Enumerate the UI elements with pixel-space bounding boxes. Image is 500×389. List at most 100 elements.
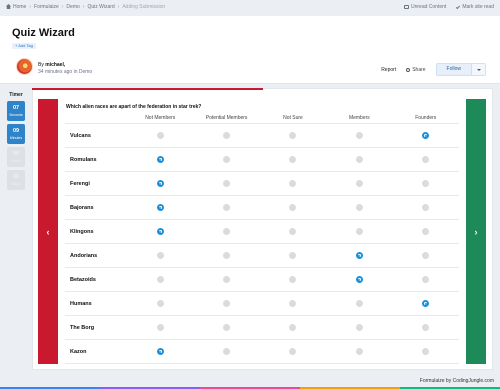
radio-selected[interactable] bbox=[156, 204, 164, 211]
row-label: Bajorans bbox=[70, 204, 94, 211]
radio-option[interactable] bbox=[422, 324, 430, 331]
column-header: Potential Members bbox=[205, 114, 248, 121]
radio-option[interactable] bbox=[223, 156, 231, 163]
row-label: The Borg bbox=[70, 324, 95, 331]
unread-content-link[interactable]: Unread Content bbox=[404, 4, 446, 10]
matrix-cell bbox=[127, 228, 193, 235]
radio-option[interactable] bbox=[355, 156, 363, 163]
timer-panel: Timer 07 Seconds 09 Minutes 00 Hours 00 … bbox=[6, 92, 26, 190]
page-header: Quiz Wizard + Add Tag By michael, 34 min… bbox=[0, 16, 500, 84]
radio-option[interactable] bbox=[355, 300, 363, 307]
matrix-cell bbox=[326, 156, 392, 163]
radio-option[interactable] bbox=[156, 132, 164, 139]
share-button[interactable]: Share bbox=[406, 67, 426, 73]
radio-option[interactable] bbox=[156, 300, 164, 307]
radio-selected[interactable] bbox=[156, 180, 164, 187]
follow-button[interactable]: Follow bbox=[435, 63, 486, 76]
radio-option[interactable] bbox=[156, 276, 164, 283]
column-header: Members bbox=[348, 114, 370, 121]
top-links: Unread Content Mark site read bbox=[404, 4, 494, 10]
home-icon[interactable] bbox=[6, 4, 11, 9]
matrix-cell bbox=[260, 348, 326, 355]
timer-hours-unit: Hours bbox=[11, 159, 21, 163]
matrix-cell bbox=[326, 252, 392, 259]
radio-option[interactable] bbox=[223, 348, 231, 355]
matrix-cell bbox=[326, 348, 392, 355]
radio-option[interactable] bbox=[223, 300, 231, 307]
radio-option[interactable] bbox=[355, 348, 363, 355]
row-label: Betazoids bbox=[70, 276, 96, 283]
radio-option[interactable] bbox=[355, 228, 363, 235]
matrix-cell bbox=[393, 180, 459, 187]
radio-option[interactable] bbox=[289, 348, 297, 355]
radio-option[interactable] bbox=[289, 300, 297, 307]
timer-minutes-unit: Minutes bbox=[9, 136, 23, 140]
matrix-cell bbox=[127, 180, 193, 187]
matrix-cell bbox=[326, 276, 392, 283]
radio-option[interactable] bbox=[289, 180, 297, 187]
radio-option[interactable] bbox=[355, 132, 363, 139]
matrix-cell bbox=[193, 324, 259, 331]
matrix-cell bbox=[393, 132, 459, 139]
radio-option[interactable] bbox=[355, 180, 363, 187]
radio-option[interactable] bbox=[289, 132, 297, 139]
matrix-cell bbox=[193, 132, 259, 139]
author-name[interactable]: michael, bbox=[45, 62, 65, 68]
breadcrumb-quiz-wizard[interactable]: Quiz Wizard bbox=[87, 4, 114, 10]
radio-selected[interactable] bbox=[156, 156, 164, 163]
next-question-button[interactable]: › bbox=[466, 99, 486, 364]
radio-option[interactable] bbox=[223, 276, 231, 283]
radio-option[interactable] bbox=[156, 324, 164, 331]
radio-option[interactable] bbox=[422, 276, 430, 283]
radio-option[interactable] bbox=[289, 204, 297, 211]
radio-option[interactable] bbox=[422, 252, 430, 259]
radio-option[interactable] bbox=[355, 204, 363, 211]
radio-selected[interactable] bbox=[156, 228, 164, 235]
radio-option[interactable] bbox=[289, 276, 297, 283]
radio-option[interactable] bbox=[289, 252, 297, 259]
matrix-cell bbox=[127, 276, 193, 283]
radio-option[interactable] bbox=[422, 348, 430, 355]
breadcrumb-home[interactable]: Home bbox=[13, 4, 26, 10]
matrix-cell bbox=[127, 156, 193, 163]
radio-option[interactable] bbox=[289, 228, 297, 235]
radio-selected[interactable] bbox=[422, 132, 430, 139]
radio-option[interactable] bbox=[422, 204, 430, 211]
radio-option[interactable] bbox=[223, 180, 231, 187]
radio-option[interactable] bbox=[223, 204, 231, 211]
previous-question-button[interactable]: ‹ bbox=[38, 99, 58, 364]
mark-site-read-link[interactable]: Mark site read bbox=[456, 4, 494, 10]
breadcrumb-demo[interactable]: Demo bbox=[66, 4, 79, 10]
radio-option[interactable] bbox=[223, 132, 231, 139]
matrix-row: Vulcans bbox=[65, 124, 459, 148]
radio-selected[interactable] bbox=[355, 276, 363, 283]
matrix-row: Betazoids bbox=[65, 268, 459, 292]
avatar[interactable] bbox=[16, 58, 33, 75]
matrix-header: Not Members Potential Members Not Sure Memb… bbox=[65, 112, 459, 124]
radio-option[interactable] bbox=[223, 228, 231, 235]
radio-option[interactable] bbox=[289, 324, 297, 331]
matrix-cell bbox=[326, 228, 392, 235]
radio-option[interactable] bbox=[422, 228, 430, 235]
radio-option[interactable] bbox=[422, 180, 430, 187]
radio-option[interactable] bbox=[223, 324, 231, 331]
matrix-cell bbox=[260, 204, 326, 211]
radio-selected[interactable] bbox=[156, 348, 164, 355]
timer-hours-value: 00 bbox=[12, 151, 20, 157]
report-button[interactable]: Report bbox=[381, 67, 396, 73]
follow-menu-toggle[interactable] bbox=[471, 64, 485, 75]
breadcrumb-separator: › bbox=[29, 4, 32, 10]
footer-credit[interactable]: Formulaize by CodingJungle.com bbox=[420, 378, 494, 384]
radio-option[interactable] bbox=[156, 252, 164, 259]
breadcrumb-formulaize[interactable]: Formulaize bbox=[34, 4, 59, 10]
radio-option[interactable] bbox=[223, 252, 231, 259]
radio-option[interactable] bbox=[422, 156, 430, 163]
radio-option[interactable] bbox=[355, 324, 363, 331]
radio-selected[interactable] bbox=[355, 252, 363, 259]
radio-selected[interactable] bbox=[422, 300, 430, 307]
matrix-cell bbox=[127, 252, 193, 259]
radio-option[interactable] bbox=[289, 156, 297, 163]
matrix-cell bbox=[393, 348, 459, 355]
add-tag-button[interactable]: + Add Tag bbox=[12, 43, 36, 49]
row-label: Andorians bbox=[70, 252, 98, 259]
